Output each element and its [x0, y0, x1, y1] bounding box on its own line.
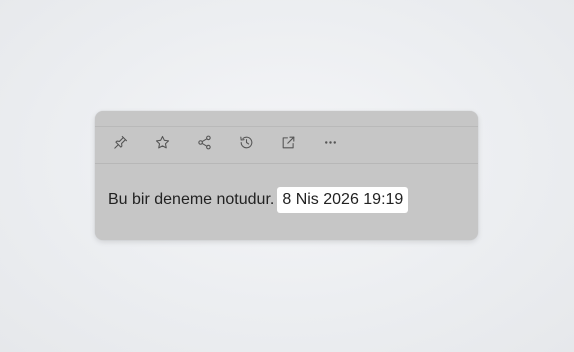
- card-drag-bar[interactable]: [95, 111, 478, 127]
- star-icon: [154, 134, 171, 156]
- history-button[interactable]: [235, 134, 257, 156]
- note-toolbar: [95, 127, 478, 164]
- share-icon: [196, 134, 213, 156]
- note-card: Bu bir deneme notudur. 8 Nis 2026 19:19: [95, 111, 478, 240]
- note-text[interactable]: Bu bir deneme notudur.: [108, 190, 274, 210]
- note-timestamp: 8 Nis 2026 19:19: [277, 187, 409, 213]
- share-button[interactable]: [193, 134, 215, 156]
- more-button[interactable]: [319, 134, 341, 156]
- external-link-icon: [280, 134, 297, 156]
- note-content[interactable]: Bu bir deneme notudur. 8 Nis 2026 19:19: [108, 187, 409, 213]
- more-icon: [322, 134, 339, 156]
- history-icon: [238, 134, 255, 156]
- open-external-button[interactable]: [277, 134, 299, 156]
- pin-button[interactable]: [109, 134, 131, 156]
- favorite-button[interactable]: [151, 134, 173, 156]
- pin-icon: [112, 134, 129, 156]
